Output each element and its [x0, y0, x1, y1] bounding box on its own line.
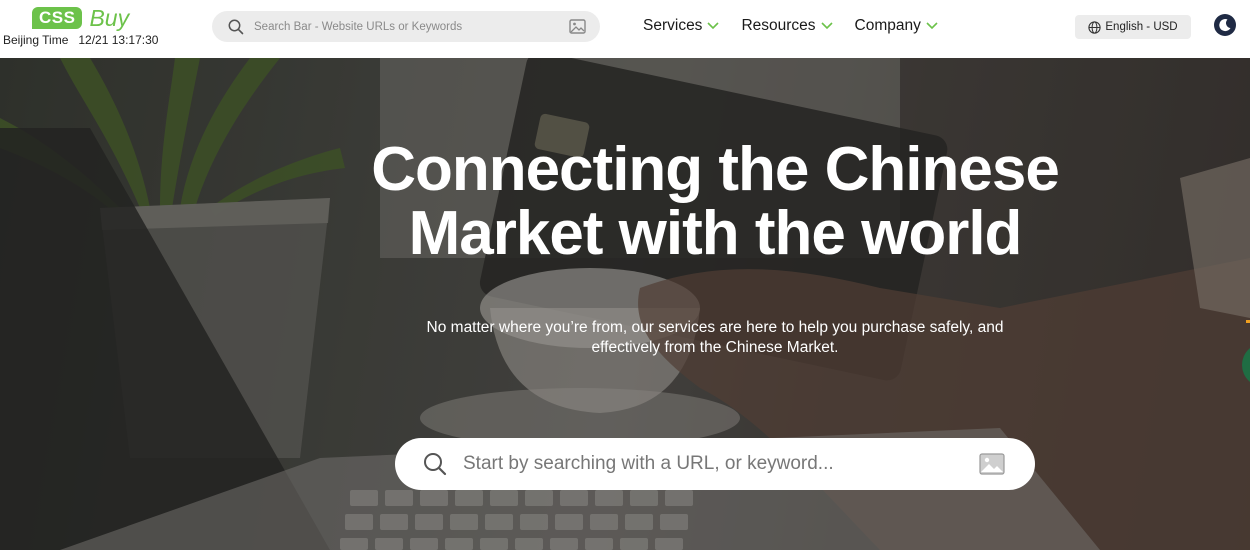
hero-subtitle-line: effectively from the Chinese Market. — [591, 339, 839, 356]
chevron-down-icon — [707, 22, 720, 30]
moon-icon — [1213, 13, 1237, 37]
clock-label: Beijing Time — [3, 33, 69, 47]
search-icon — [228, 19, 244, 35]
hero-subtitle: No matter where you’re from, our service… — [0, 318, 1250, 358]
edge-marker — [1246, 320, 1250, 323]
clock-value: 12/21 13:17:30 — [78, 33, 159, 47]
language-currency-selector[interactable]: English - USD — [1075, 15, 1191, 39]
chevron-down-icon — [820, 22, 833, 30]
globe-icon — [1088, 20, 1102, 34]
top-header: CSS Buy Beijing Time 12/21 13:17:30 Searc… — [0, 0, 1250, 58]
hero-subtitle-line: No matter where you’re from, our service… — [426, 319, 1004, 336]
nav-label: Company — [854, 17, 921, 34]
hero-search-bar[interactable]: Start by searching with a URL, or keywor… — [395, 438, 1035, 490]
theme-toggle[interactable] — [1213, 13, 1237, 37]
hero-title-line: Connecting the Chinese — [371, 135, 1060, 204]
nav-services[interactable]: Services — [643, 17, 720, 35]
hero-title: Connecting the Chinese Market with the w… — [0, 138, 1250, 266]
nav-company[interactable]: Company — [855, 17, 938, 35]
image-icon[interactable] — [979, 453, 1005, 475]
hero-search-input[interactable]: Start by searching with a URL, or keywor… — [463, 453, 979, 475]
beijing-clock: Beijing Time 12/21 13:17:30 — [3, 33, 158, 47]
main-nav: Services Resources Company — [643, 17, 938, 35]
logo-word: Buy — [89, 5, 130, 31]
hero-title-line: Market with the world — [408, 199, 1023, 268]
language-label: English - USD — [1105, 21, 1178, 33]
header-search-bar[interactable]: Search Bar - Website URLs or Keywords — [212, 11, 600, 42]
logo-badge: CSS — [32, 7, 83, 29]
chevron-down-icon — [926, 22, 938, 30]
hero-section: Connecting the Chinese Market with the w… — [0, 58, 1250, 550]
search-icon — [423, 452, 447, 476]
nav-label: Resources — [741, 17, 816, 34]
header-search-input[interactable]: Search Bar - Website URLs or Keywords — [254, 21, 569, 33]
image-icon[interactable] — [569, 19, 586, 34]
nav-resources[interactable]: Resources — [741, 17, 833, 35]
cssbuy-logo[interactable]: CSS Buy — [32, 5, 129, 31]
nav-label: Services — [643, 17, 703, 34]
